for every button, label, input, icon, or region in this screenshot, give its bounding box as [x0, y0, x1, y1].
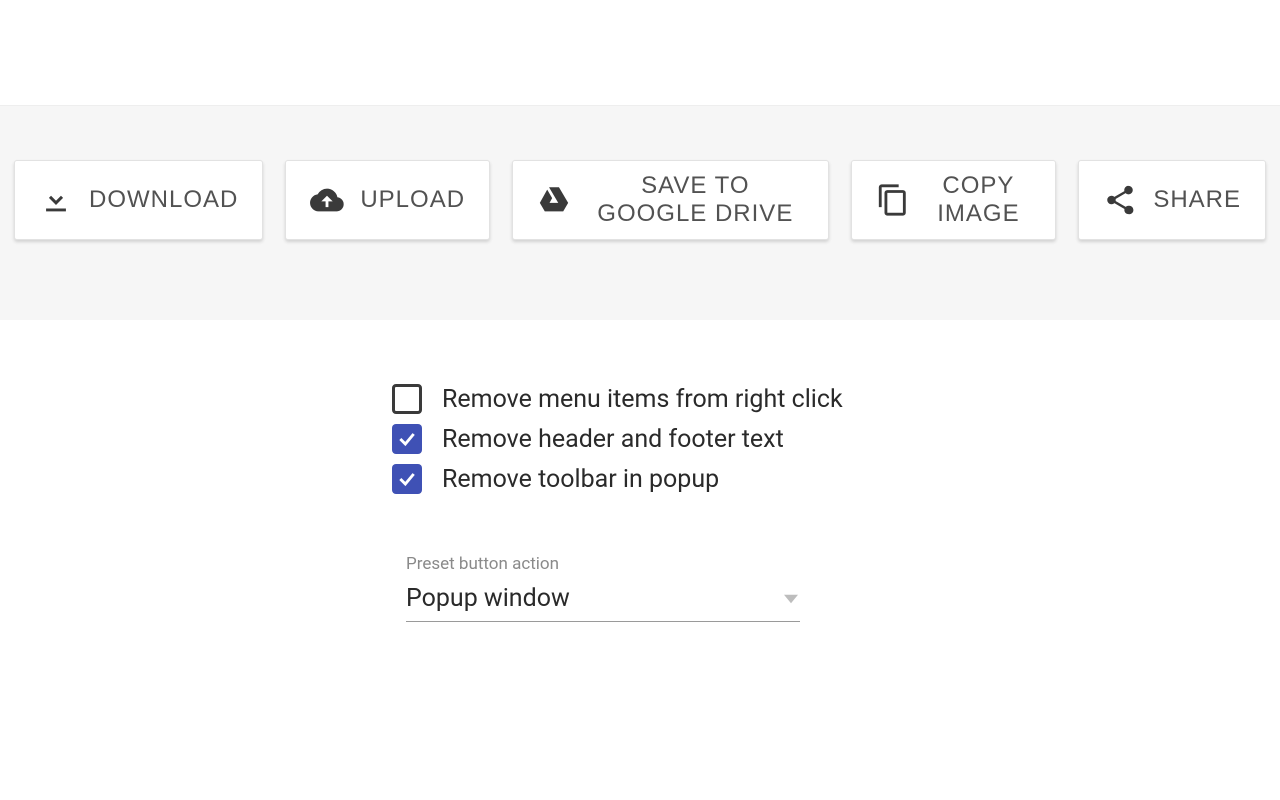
share-icon [1103, 183, 1137, 217]
checkbox-remove-menu[interactable] [392, 384, 422, 414]
download-button[interactable]: DOWNLOAD [14, 160, 263, 240]
option-remove-toolbar-popup-label: Remove toolbar in popup [442, 465, 719, 494]
preset-caption: Preset button action [406, 554, 800, 574]
header-spacer [0, 0, 1280, 106]
copy-icon [876, 183, 910, 217]
option-remove-header-footer-label: Remove header and footer text [442, 425, 784, 454]
chevron-down-icon [784, 592, 798, 606]
preset-select[interactable]: Popup window [406, 580, 800, 622]
copy-image-label: COPY IMAGE [926, 172, 1032, 228]
preset-select-value: Popup window [406, 584, 570, 613]
checkmark-icon [397, 469, 417, 489]
checkmark-icon [397, 429, 417, 449]
option-remove-menu-label: Remove menu items from right click [442, 385, 843, 414]
action-toolbar: DOWNLOAD UPLOAD SAVE TO GOOGLE DRIVE COP… [0, 106, 1280, 320]
option-remove-toolbar-popup: Remove toolbar in popup [392, 464, 1280, 494]
option-remove-menu: Remove menu items from right click [392, 384, 1280, 414]
cloud-upload-icon [310, 183, 344, 217]
checkbox-remove-header-footer[interactable] [392, 424, 422, 454]
save-to-drive-button[interactable]: SAVE TO GOOGLE DRIVE [512, 160, 829, 240]
google-drive-icon [537, 183, 571, 217]
settings-panel: Remove menu items from right click Remov… [0, 320, 1280, 622]
copy-image-button[interactable]: COPY IMAGE [851, 160, 1057, 240]
save-to-drive-label: SAVE TO GOOGLE DRIVE [587, 172, 804, 228]
option-remove-header-footer: Remove header and footer text [392, 424, 1280, 454]
upload-button[interactable]: UPLOAD [285, 160, 490, 240]
preset-select-field: Preset button action Popup window [406, 554, 800, 622]
share-label: SHARE [1153, 186, 1241, 214]
upload-label: UPLOAD [360, 186, 465, 214]
share-button[interactable]: SHARE [1078, 160, 1266, 240]
download-label: DOWNLOAD [89, 186, 238, 214]
download-icon [39, 183, 73, 217]
checkbox-remove-toolbar-popup[interactable] [392, 464, 422, 494]
